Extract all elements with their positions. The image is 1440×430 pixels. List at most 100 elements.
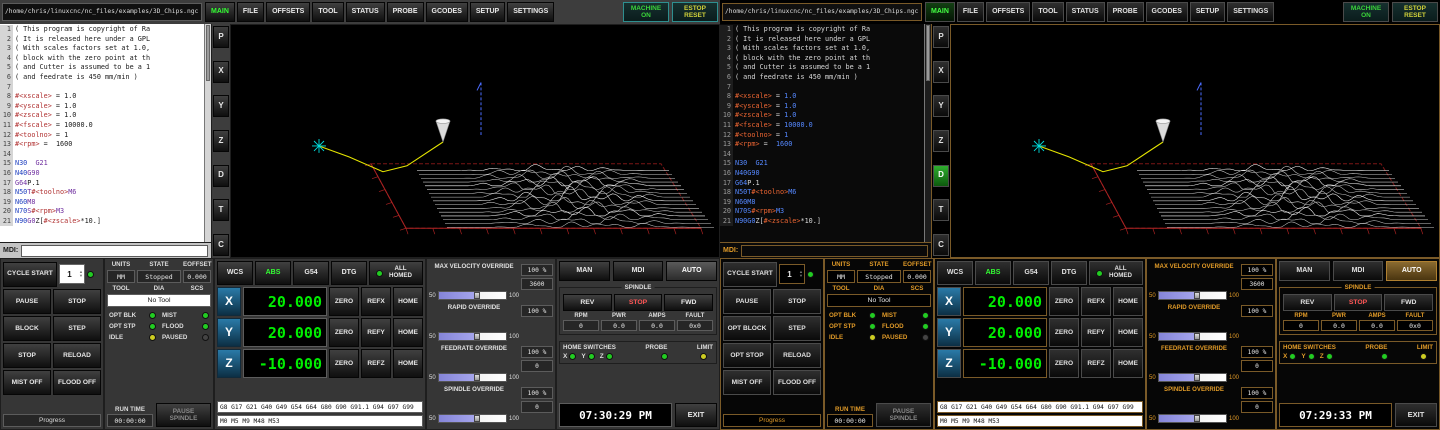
tab-button[interactable]: STATUS bbox=[346, 2, 385, 22]
spindle-button[interactable]: STOP bbox=[1334, 294, 1383, 311]
ref-button[interactable]: REFY bbox=[361, 318, 391, 347]
slider-handle[interactable] bbox=[474, 333, 480, 340]
gcode-scrollbar[interactable] bbox=[204, 24, 211, 242]
zero-button[interactable]: ZERO bbox=[329, 318, 359, 347]
run-control-button[interactable]: OPT BLOCK bbox=[723, 316, 771, 341]
run-control-button[interactable]: STEP bbox=[773, 316, 821, 341]
run-control-button[interactable]: STOP bbox=[3, 343, 51, 368]
tab-button[interactable]: FILE bbox=[957, 2, 984, 22]
run-control-button[interactable]: STOP bbox=[53, 289, 101, 314]
exit-button[interactable]: EXIT bbox=[675, 403, 717, 427]
run-control-button[interactable]: FLOOD OFF bbox=[53, 370, 101, 395]
run-control-button[interactable]: OPT STOP bbox=[723, 343, 771, 368]
gcode-listing[interactable]: 1 ( This program is copyright of Ra 2 ( … bbox=[0, 24, 204, 242]
axis-letter-button[interactable]: Y bbox=[217, 318, 241, 347]
dro-mode-button[interactable]: G54 bbox=[293, 261, 329, 285]
tab-button[interactable]: SETTINGS bbox=[507, 2, 554, 22]
mode-button[interactable]: AUTO bbox=[666, 261, 717, 281]
slider-handle[interactable] bbox=[474, 374, 480, 381]
spindle-button[interactable]: FWD bbox=[1384, 294, 1433, 311]
run-control-button[interactable]: RELOAD bbox=[773, 343, 821, 368]
zero-button[interactable]: ZERO bbox=[329, 287, 359, 316]
slider-handle[interactable] bbox=[1194, 292, 1200, 299]
machine-on-button[interactable]: MACHINE ON bbox=[1343, 2, 1389, 22]
view-button[interactable]: P bbox=[933, 26, 949, 48]
cycle-start-button[interactable]: CYCLE START bbox=[3, 262, 57, 287]
axis-letter-button[interactable]: Y bbox=[937, 318, 961, 347]
tab-button[interactable]: GCODES bbox=[426, 2, 468, 22]
home-button[interactable]: HOME bbox=[1113, 318, 1143, 347]
all-homed-button[interactable]: ALL HOMED bbox=[369, 261, 423, 285]
view-button[interactable]: D bbox=[213, 165, 229, 187]
ref-button[interactable]: REFY bbox=[1081, 318, 1111, 347]
tab-button[interactable]: PROBE bbox=[1107, 2, 1144, 22]
mode-button[interactable]: MAN bbox=[1279, 261, 1330, 281]
override-slider[interactable] bbox=[1158, 414, 1227, 423]
estop-reset-button[interactable]: ESTOP RESET bbox=[1392, 2, 1438, 22]
tab-button[interactable]: FILE bbox=[237, 2, 264, 22]
ref-button[interactable]: REFX bbox=[361, 287, 391, 316]
cycle-count-spinbox[interactable]: 1 ▲ ▼ bbox=[779, 264, 805, 284]
tab-button[interactable]: PROBE bbox=[387, 2, 424, 22]
home-button[interactable]: HOME bbox=[393, 349, 423, 378]
gcode-scrollbar[interactable] bbox=[924, 24, 931, 242]
view-button[interactable]: T bbox=[933, 199, 949, 221]
zero-button[interactable]: ZERO bbox=[1049, 318, 1079, 347]
view-button[interactable]: Z bbox=[933, 130, 949, 152]
cycle-start-button[interactable]: CYCLE START bbox=[723, 262, 777, 287]
dro-mode-button[interactable]: ABS bbox=[255, 261, 291, 285]
machine-on-button[interactable]: MACHINE ON bbox=[623, 2, 669, 22]
dro-mode-button[interactable]: WCS bbox=[937, 261, 973, 285]
gremlin-3d-preview[interactable] bbox=[950, 24, 1440, 258]
scrollbar-thumb[interactable] bbox=[926, 25, 930, 81]
ref-button[interactable]: REFZ bbox=[361, 349, 391, 378]
tab-button[interactable]: OFFSETS bbox=[986, 2, 1030, 22]
dro-mode-button[interactable]: DTG bbox=[331, 261, 367, 285]
zero-button[interactable]: ZERO bbox=[329, 349, 359, 378]
spinbox-arrows[interactable]: ▲ ▼ bbox=[79, 270, 84, 279]
home-button[interactable]: HOME bbox=[393, 287, 423, 316]
zero-button[interactable]: ZERO bbox=[1049, 287, 1079, 316]
override-slider[interactable] bbox=[1158, 291, 1227, 300]
override-slider[interactable] bbox=[438, 414, 507, 423]
slider-handle[interactable] bbox=[1194, 374, 1200, 381]
tab-button[interactable]: SETTINGS bbox=[1227, 2, 1274, 22]
pause-spindle-button[interactable]: PAUSE SPINDLE bbox=[156, 403, 211, 427]
run-control-button[interactable]: PAUSE bbox=[723, 289, 771, 314]
axis-letter-button[interactable]: X bbox=[217, 287, 241, 316]
exit-button[interactable]: EXIT bbox=[1395, 403, 1437, 427]
slider-handle[interactable] bbox=[474, 415, 480, 422]
estop-reset-button[interactable]: ESTOP RESET bbox=[672, 2, 718, 22]
spindle-button[interactable]: STOP bbox=[614, 294, 663, 311]
cycle-count-spinbox[interactable]: 1 ▲ ▼ bbox=[59, 264, 85, 284]
spin-down-icon[interactable]: ▼ bbox=[799, 274, 803, 279]
mdi-input[interactable] bbox=[741, 245, 928, 257]
mode-button[interactable]: MAN bbox=[559, 261, 610, 281]
run-control-button[interactable]: MIST OFF bbox=[723, 370, 771, 395]
gcode-listing[interactable]: 1 ( This program is copyright of Ra 2 ( … bbox=[720, 24, 924, 242]
spindle-button[interactable]: REV bbox=[563, 294, 612, 311]
file-path-entry[interactable]: /home/chris/linuxcnc/nc_files/examples/3… bbox=[2, 3, 202, 21]
view-button[interactable]: Y bbox=[933, 95, 949, 117]
dro-mode-button[interactable]: WCS bbox=[217, 261, 253, 285]
axis-letter-button[interactable]: X bbox=[937, 287, 961, 316]
tab-button[interactable]: MAIN bbox=[205, 2, 235, 22]
slider-handle[interactable] bbox=[474, 292, 480, 299]
home-button[interactable]: HOME bbox=[393, 318, 423, 347]
run-control-button[interactable]: BLOCK bbox=[3, 316, 51, 341]
override-slider[interactable] bbox=[438, 332, 507, 341]
mode-button[interactable]: MDI bbox=[1333, 261, 1384, 281]
view-button[interactable]: C bbox=[933, 234, 949, 256]
tab-button[interactable]: MAIN bbox=[925, 2, 955, 22]
dro-mode-button[interactable]: G54 bbox=[1013, 261, 1049, 285]
view-button[interactable]: X bbox=[213, 61, 229, 83]
slider-handle[interactable] bbox=[1194, 415, 1200, 422]
file-path-entry[interactable]: /home/chris/linuxcnc/nc_files/examples/3… bbox=[722, 3, 922, 21]
override-slider[interactable] bbox=[1158, 373, 1227, 382]
ref-button[interactable]: REFZ bbox=[1081, 349, 1111, 378]
run-control-button[interactable]: FLOOD OFF bbox=[773, 370, 821, 395]
override-slider[interactable] bbox=[438, 373, 507, 382]
tab-button[interactable]: SETUP bbox=[470, 2, 505, 22]
view-button[interactable]: D bbox=[933, 165, 949, 187]
gremlin-3d-preview[interactable] bbox=[230, 24, 720, 258]
